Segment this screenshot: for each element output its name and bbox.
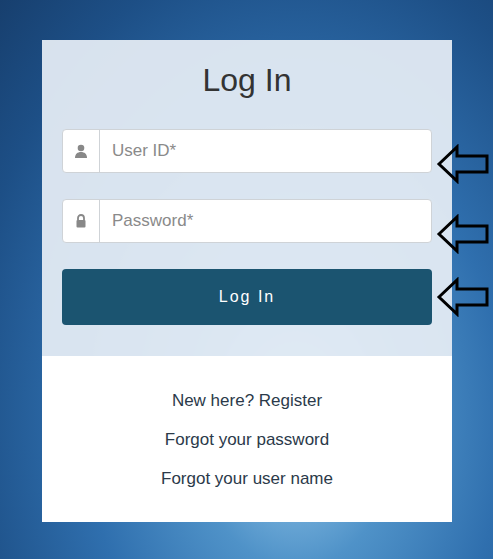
user-id-input[interactable] (100, 130, 431, 172)
arrow-icon (436, 214, 490, 254)
login-link[interactable]: New here? Register (172, 381, 322, 420)
user-icon (73, 143, 89, 159)
login-card: Log InLog InNew here? RegisterForgot you… (42, 40, 452, 522)
login-button[interactable]: Log In (62, 269, 432, 325)
password-input[interactable] (100, 200, 431, 242)
arrow-icon (436, 144, 490, 184)
login-form: Log In Log In (42, 40, 452, 356)
user-id-field (62, 129, 432, 173)
button-row: Log In (62, 269, 432, 325)
lock-icon (73, 213, 89, 229)
login-link[interactable]: Forgot your password (165, 420, 329, 459)
password-field (62, 199, 432, 243)
field-icon-cell (63, 130, 100, 172)
login-links: New here? RegisterForgot your passwordFo… (42, 356, 452, 522)
login-link[interactable]: Forgot your user name (161, 459, 333, 498)
arrow-icon (436, 277, 490, 317)
field-row (62, 129, 432, 199)
field-row (62, 199, 432, 269)
login-title: Log In (62, 60, 432, 100)
field-icon-cell (63, 200, 100, 242)
